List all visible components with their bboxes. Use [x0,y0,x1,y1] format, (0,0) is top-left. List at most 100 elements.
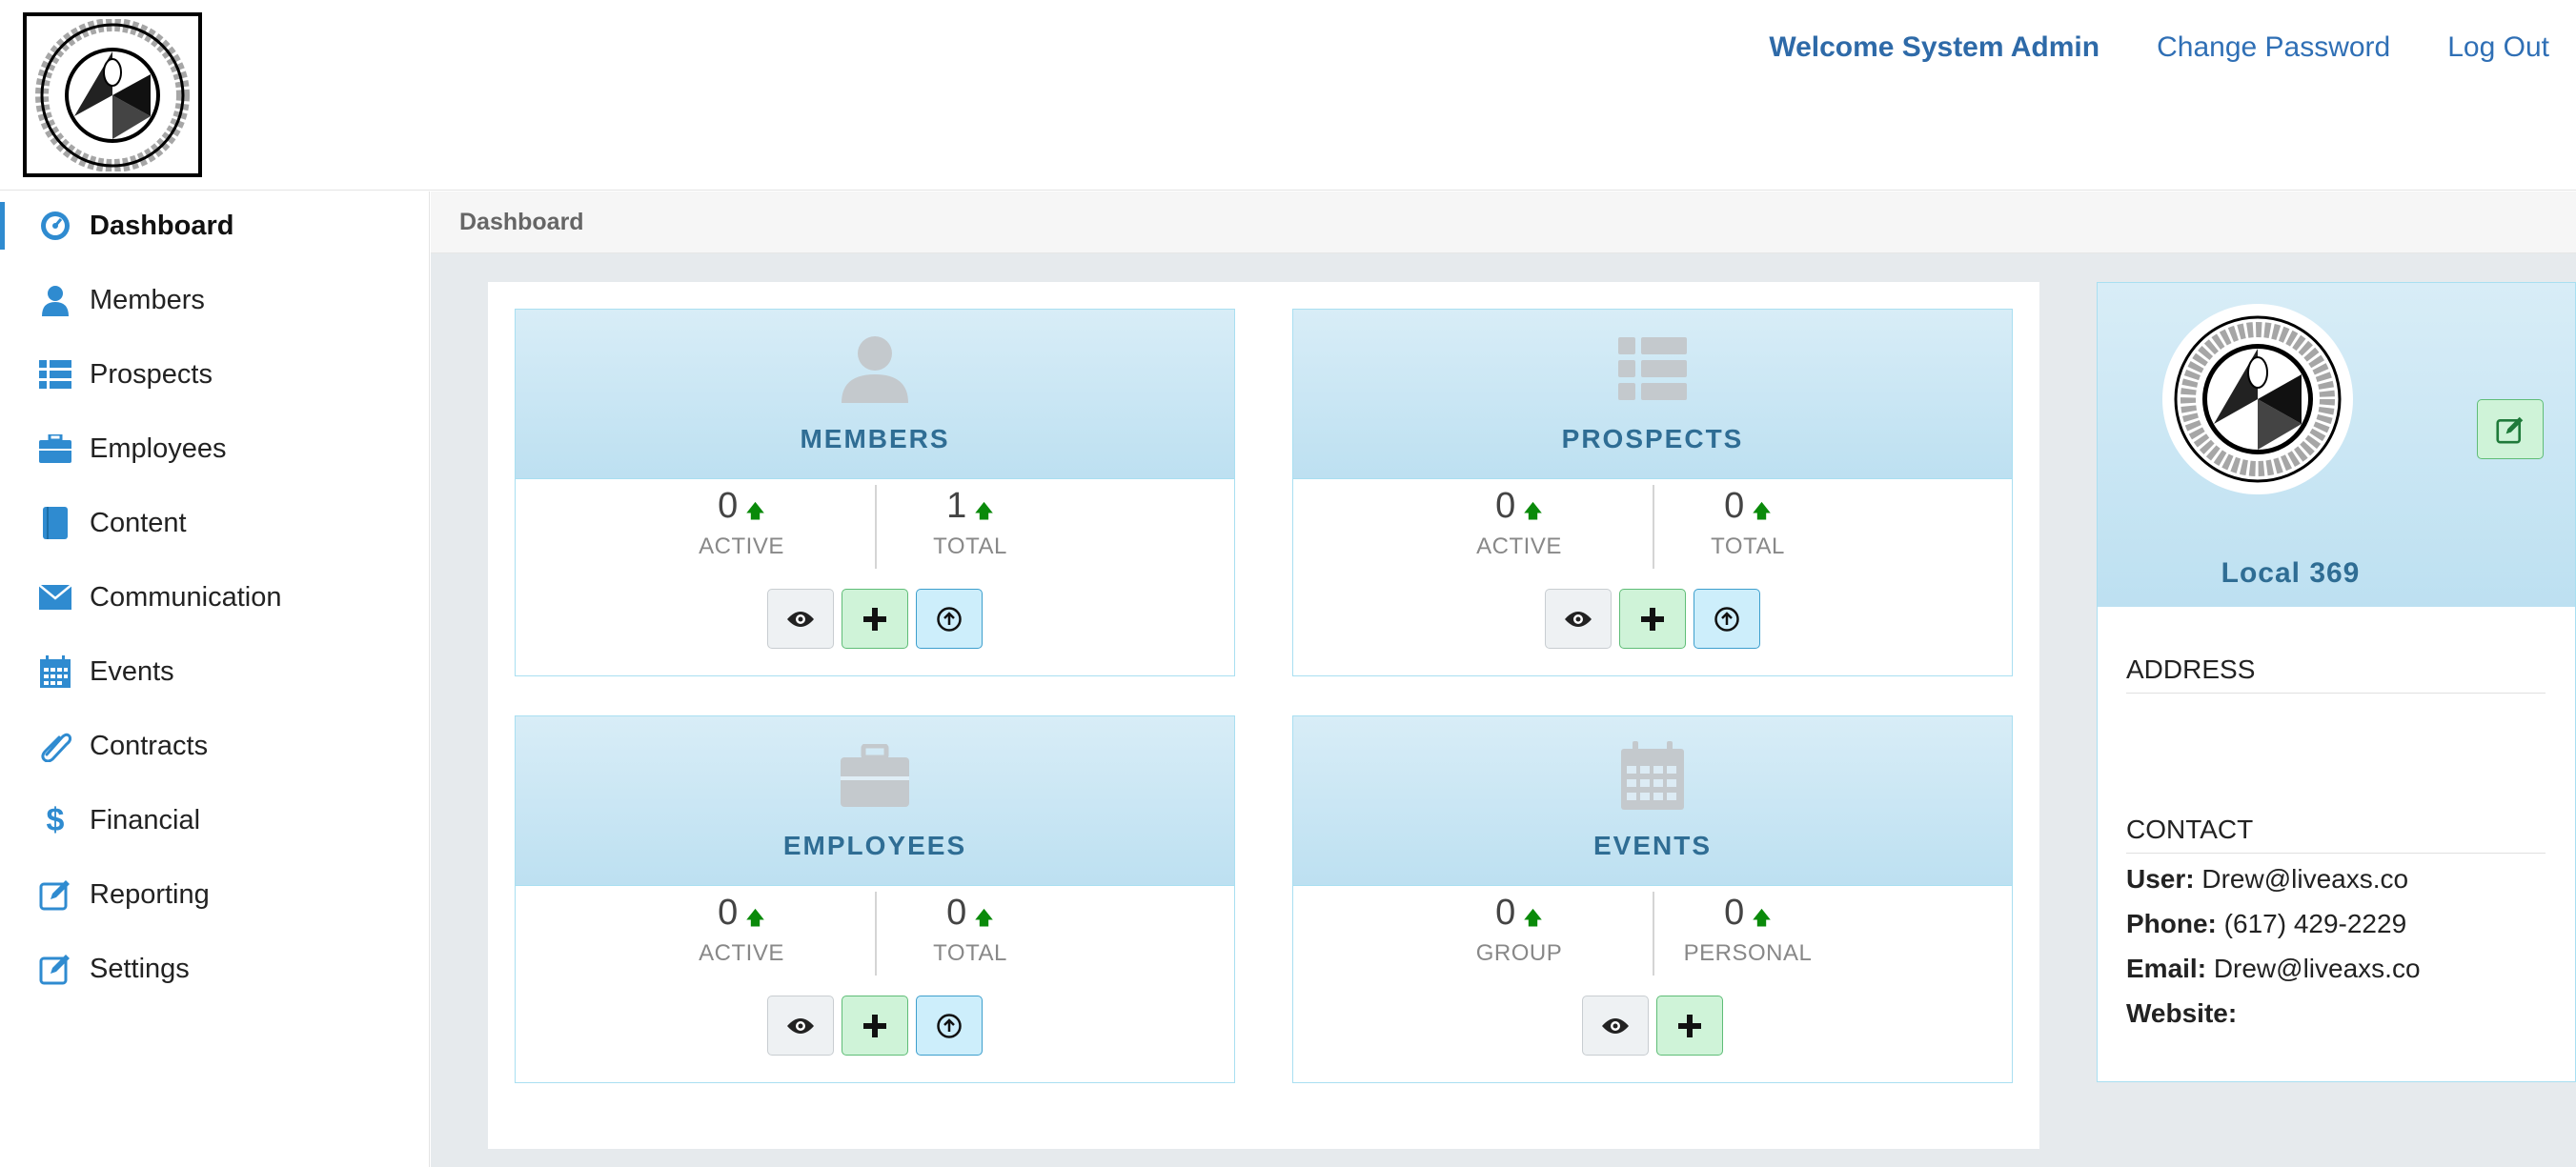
sidebar-item-members[interactable]: Members [0,269,430,332]
stat-value: 0 [1724,893,1745,933]
sidebar: Dashboard Members Prospects Employees Co… [0,191,430,1167]
card-title: PROSPECTS [1561,424,1744,453]
eye-icon [1565,611,1592,627]
welcome-link[interactable]: Welcome System Admin [1769,31,2099,64]
stat-value: 0 [1495,486,1516,526]
stat-value: 0 [1724,486,1745,526]
card-actions [1293,589,2012,649]
edit-icon [38,952,72,986]
sidebar-item-dashboard[interactable]: Dashboard [0,194,430,257]
up-arrow-icon: 🡅 [1752,500,1772,522]
up-arrow-icon: 🡅 [745,500,765,522]
header: Welcome System Admin Change Password Log… [0,0,2576,191]
eye-icon [787,611,814,627]
personal-stat: 0 🡅 PERSONAL [1662,892,1834,977]
card-actions [1293,996,2012,1056]
sidebar-item-employees[interactable]: Employees [0,417,430,480]
dollar-icon: $ [46,801,65,838]
union-logo[interactable] [23,12,202,177]
stat-value: 0 [718,486,739,526]
card-title: EMPLOYEES [782,831,967,860]
add-button[interactable] [842,589,908,649]
sidebar-item-label: Members [90,284,205,315]
contact-phone-label: Phone: [2126,909,2217,938]
stat-value: 0 [718,893,739,933]
view-button[interactable] [767,996,834,1056]
sidebar-item-label: Contracts [90,730,209,761]
card-header: EVENTS [1293,716,2012,886]
sidebar-item-label: Prospects [90,358,213,390]
sidebar-item-label: Reporting [90,878,210,910]
upload-button[interactable] [916,996,983,1056]
contact-website: Website: [2126,998,2237,1029]
sidebar-item-contracts[interactable]: Contracts [0,714,430,777]
dashboard-icon [38,209,72,243]
list-icon [38,357,72,392]
top-links: Welcome System Admin Change Password Log… [1769,29,2549,67]
members-card: MEMBERS 0 🡅 ACTIVE 1 🡅 TOTAL [515,309,1235,676]
stat-divider [875,485,877,569]
edit-icon [38,877,72,912]
sidebar-item-reporting[interactable]: Reporting [0,863,430,926]
union-seal-icon [2174,315,2342,483]
stat-label: GROUP [1475,939,1563,966]
breadcrumb: Dashboard [431,191,2576,253]
sidebar-item-label: Events [90,655,174,687]
paperclip-icon [38,729,72,763]
upload-button[interactable] [916,589,983,649]
sidebar-item-label: Communication [90,581,282,613]
stat-value: 0 [1495,893,1516,933]
sidebar-item-communication[interactable]: Communication [0,566,430,629]
logout-link[interactable]: Log Out [2447,31,2549,64]
stat-label: ACTIVE [1476,533,1562,559]
upload-button[interactable] [1694,589,1760,649]
plus-icon [1678,1014,1701,1037]
dashboard-panel: MEMBERS 0 🡅 ACTIVE 1 🡅 TOTAL PROSPECTS 0… [488,282,2039,1149]
sidebar-item-label: Dashboard [90,210,234,241]
plus-icon [863,1014,886,1037]
stat-label: ACTIVE [699,939,784,966]
add-button[interactable] [1619,589,1686,649]
local-profile-card: Local 369 ADDRESS CONTACT User: Drew@liv… [2097,282,2576,1082]
add-button[interactable] [842,996,908,1056]
eye-icon [787,1017,814,1034]
calendar-icon [1605,737,1700,814]
sidebar-item-settings[interactable]: Settings [0,937,430,1000]
stat-divider [1653,485,1654,569]
change-password-link[interactable]: Change Password [2157,31,2390,64]
edit-local-button[interactable] [2477,399,2544,459]
up-arrow-icon: 🡅 [974,500,994,522]
contact-user-value: Drew@liveaxs.co [2201,864,2409,894]
user-icon [38,283,72,317]
view-button[interactable] [1545,589,1612,649]
contact-heading: CONTACT [2126,815,2546,854]
stat-label: ACTIVE [699,533,784,559]
view-button[interactable] [767,589,834,649]
stat-divider [875,892,877,976]
prospects-card: PROSPECTS 0 🡅 ACTIVE 0 🡅 TOTAL [1292,309,2013,676]
sidebar-item-financial[interactable]: $ Financial [0,789,430,852]
sidebar-item-content[interactable]: Content [0,492,430,554]
edit-icon [2496,416,2524,444]
user-icon [827,331,923,407]
card-header: PROSPECTS [1293,310,2012,479]
sidebar-item-prospects[interactable]: Prospects [0,343,430,406]
card-title: EVENTS [1592,831,1713,860]
upload-circle-icon [937,1013,962,1038]
add-button[interactable] [1656,996,1723,1056]
stat-label: TOTAL [933,533,1007,559]
contact-email-value: Drew@liveaxs.co [2213,954,2421,983]
active-stat: 0 🡅 ACTIVE [656,892,827,977]
stat-value: 0 [946,893,967,933]
card-actions [516,996,1234,1056]
stat-label: PERSONAL [1683,939,1813,966]
sidebar-item-events[interactable]: Events [0,640,430,703]
view-button[interactable] [1582,996,1649,1056]
list-icon [1605,331,1700,407]
local-logo [2162,304,2353,494]
sidebar-item-label: Financial [90,804,201,835]
briefcase-icon [827,737,923,814]
briefcase-icon [38,432,72,466]
up-arrow-icon: 🡅 [1752,907,1772,929]
sidebar-item-label: Content [90,507,187,538]
